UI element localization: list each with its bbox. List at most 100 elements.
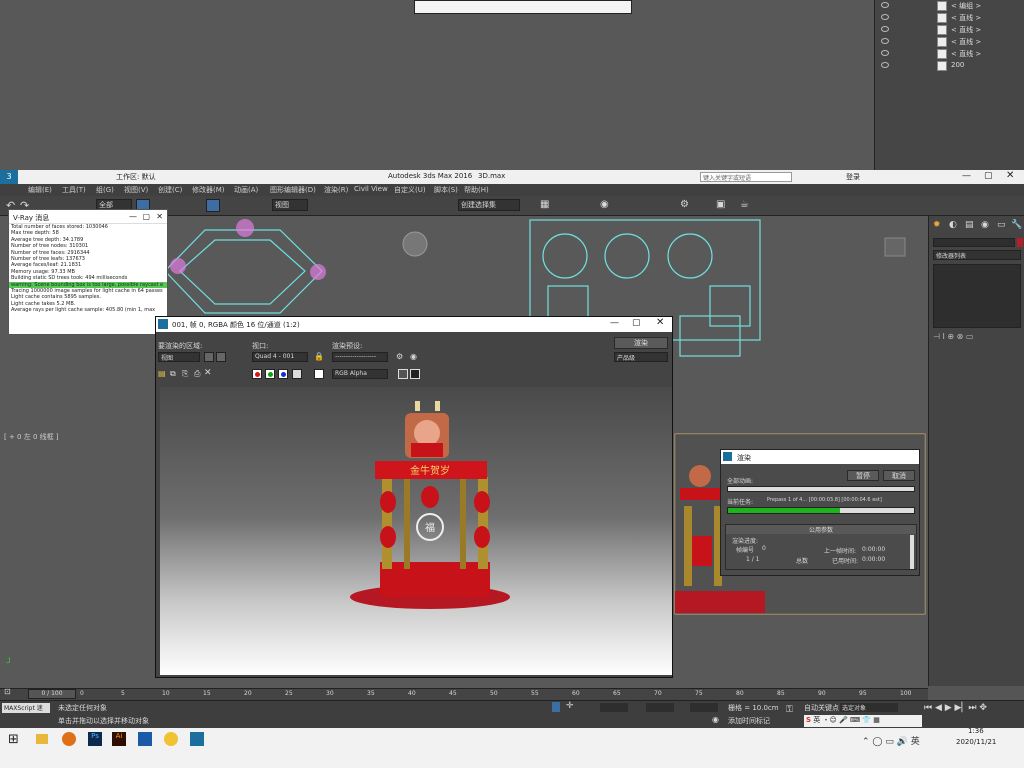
app-icon[interactable] bbox=[138, 732, 152, 746]
ime-tools-icon[interactable]: ・☺ 🎤 ⌨ 👕 ▦ bbox=[823, 716, 880, 724]
alpha-channel-toggle[interactable] bbox=[292, 369, 302, 379]
menu-edit[interactable]: 编辑(E) bbox=[28, 185, 52, 195]
visibility-icon[interactable] bbox=[881, 62, 889, 68]
cancel-button[interactable]: 取消 bbox=[883, 470, 915, 481]
visibility-icon[interactable] bbox=[881, 50, 889, 56]
scrollbar[interactable] bbox=[910, 535, 914, 569]
render-preset-dropdown[interactable]: ------------------- bbox=[332, 352, 388, 362]
playback-controls[interactable]: ⏮ ◀ ▶ ▶▏⏭ ✥ bbox=[924, 703, 1020, 727]
render-button[interactable]: 渲染 bbox=[614, 337, 668, 349]
pause-button[interactable]: 暂停 bbox=[847, 470, 879, 481]
chrome-icon[interactable] bbox=[164, 732, 178, 746]
menu-modifiers[interactable]: 修改器(M) bbox=[192, 185, 225, 195]
display-toggle-icon[interactable] bbox=[410, 369, 420, 379]
maximize-icon[interactable]: ▢ bbox=[142, 212, 150, 221]
progress-titlebar[interactable]: 渲染 bbox=[721, 450, 919, 464]
edit-region-icon[interactable] bbox=[204, 352, 214, 362]
maxscript-listener[interactable]: MAXScript 迷 bbox=[2, 703, 50, 713]
z-coordinate-field[interactable] bbox=[690, 703, 718, 712]
visibility-icon[interactable] bbox=[881, 38, 889, 44]
menu-help[interactable]: 帮助(H) bbox=[464, 185, 489, 195]
create-tab-icon[interactable]: ✹ bbox=[933, 220, 941, 230]
photoshop-icon[interactable]: Ps bbox=[88, 732, 102, 746]
object-name-field[interactable] bbox=[933, 238, 1015, 247]
menu-view[interactable]: 视图(V) bbox=[124, 185, 148, 195]
channel-dropdown[interactable]: RGB Alpha bbox=[332, 369, 388, 379]
rendered-image[interactable]: 金牛贺岁 福 bbox=[160, 387, 672, 675]
stack-tools-icon[interactable]: ⊣ Ⅰ ⊕ ⊗ ▭ bbox=[933, 332, 1021, 344]
curve-editor-icon[interactable]: ▦ bbox=[540, 199, 549, 210]
visibility-icon[interactable] bbox=[881, 14, 889, 20]
y-coordinate-field[interactable] bbox=[646, 703, 674, 712]
menu-group[interactable]: 组(G) bbox=[96, 185, 114, 195]
display-tab-icon[interactable]: ▭ bbox=[997, 220, 1006, 230]
menu-animation[interactable]: 动画(A) bbox=[234, 185, 258, 195]
object-color-swatch[interactable] bbox=[1017, 238, 1023, 247]
named-selection-set[interactable]: 创建选择集 bbox=[458, 199, 520, 211]
modifier-stack[interactable] bbox=[933, 264, 1021, 328]
save-image-icon[interactable]: ▤ bbox=[158, 369, 166, 378]
workspace-dropdown[interactable]: 工作区: 默认 bbox=[116, 172, 156, 182]
minimize-icon[interactable]: — bbox=[129, 212, 137, 221]
max-logo-icon[interactable]: 3 bbox=[0, 170, 18, 184]
add-time-tag-icon[interactable]: ◉ bbox=[712, 715, 719, 724]
x-coordinate-field[interactable] bbox=[600, 703, 628, 712]
minimize-icon[interactable]: — bbox=[610, 318, 619, 328]
set-key-icon[interactable]: ⚿ bbox=[786, 705, 793, 715]
close-icon[interactable]: ✕ bbox=[656, 317, 664, 328]
time-slider-thumb[interactable]: 0 / 100 bbox=[28, 689, 76, 699]
visibility-icon[interactable] bbox=[881, 26, 889, 32]
area-to-render-dropdown[interactable]: 视图 bbox=[158, 352, 200, 362]
viewport-dropdown[interactable]: Quad 4 - 001 bbox=[252, 352, 308, 362]
clone-frame-icon[interactable]: ⎘ bbox=[182, 369, 188, 379]
search-input[interactable]: 键入关键字或短语 bbox=[700, 172, 792, 182]
3dsmax-taskbar-icon[interactable] bbox=[190, 732, 204, 746]
file-explorer-icon[interactable] bbox=[36, 734, 48, 744]
lock-icon[interactable]: 🔒 bbox=[314, 352, 324, 361]
clear-icon[interactable]: ✕ bbox=[204, 368, 212, 378]
visibility-icon[interactable] bbox=[881, 2, 889, 8]
menu-scripting[interactable]: 脚本(S) bbox=[434, 185, 458, 195]
render-frame-icon[interactable]: ▣ bbox=[716, 199, 725, 210]
key-filter-dropdown[interactable]: 选定对象 bbox=[840, 703, 898, 712]
ime-toolbar[interactable]: S 英 ・☺ 🎤 ⌨ 👕 ▦ bbox=[804, 715, 922, 727]
reference-coord-dropdown[interactable]: 视图 bbox=[272, 199, 308, 211]
windows-start-icon[interactable]: ⊞ bbox=[8, 732, 19, 747]
print-icon[interactable]: ⎙ bbox=[194, 369, 200, 379]
vray-log-titlebar[interactable]: V-Ray 消息 — ▢ ✕ bbox=[9, 210, 167, 224]
menu-tools[interactable]: 工具(T) bbox=[62, 185, 86, 195]
auto-region-icon[interactable] bbox=[216, 352, 226, 362]
menu-rendering[interactable]: 渲染(R) bbox=[324, 185, 348, 195]
mono-toggle[interactable] bbox=[314, 369, 324, 379]
auto-key-button[interactable]: 自动关键点 bbox=[804, 703, 839, 713]
transform-mode-icon[interactable]: ✛ bbox=[566, 701, 574, 711]
menu-civil-view[interactable]: Civil View bbox=[354, 185, 388, 193]
product-level-dropdown[interactable]: 产品级 bbox=[614, 352, 668, 362]
illustrator-icon[interactable]: Ai bbox=[112, 732, 126, 746]
menu-create[interactable]: 创建(C) bbox=[158, 185, 182, 195]
hierarchy-tab-icon[interactable]: ▤ bbox=[965, 220, 974, 230]
display-toggle-icon[interactable] bbox=[398, 369, 408, 379]
render-setup-icon[interactable]: ⚙ bbox=[680, 199, 689, 210]
green-channel-toggle[interactable] bbox=[265, 369, 275, 379]
viewport-label[interactable]: [ + 0 左 0 线框 ] bbox=[4, 432, 59, 442]
common-params-header[interactable]: 公用参数 bbox=[726, 525, 916, 534]
lock-selection-icon[interactable] bbox=[552, 702, 560, 712]
blue-channel-toggle[interactable] bbox=[278, 369, 288, 379]
render-frame-titlebar[interactable]: 001, 帧 0, RGBA 颜色 16 位/通道 (1:2) — ▢ ✕ bbox=[156, 317, 672, 332]
motion-tab-icon[interactable]: ◉ bbox=[981, 220, 989, 230]
layer-row[interactable]: 200 bbox=[875, 60, 1024, 73]
time-slider[interactable]: ⊡ 0 / 100 0 5 10 15 20 25 30 35 40 45 50 55 60 65 70 75… bbox=[0, 687, 928, 700]
close-icon[interactable]: ✕ bbox=[156, 212, 163, 221]
menu-graph-editors[interactable]: 图形编辑器(D) bbox=[270, 185, 316, 195]
login-button[interactable]: 登录 bbox=[846, 172, 860, 182]
menu-customize[interactable]: 自定义(U) bbox=[394, 185, 426, 195]
minimize-icon[interactable]: — bbox=[962, 171, 971, 181]
add-time-tag[interactable]: 添加时间标记 bbox=[728, 716, 770, 726]
ime-mode[interactable]: 英 bbox=[813, 716, 820, 724]
maximize-icon[interactable]: ▢ bbox=[632, 318, 641, 328]
browser-icon[interactable] bbox=[62, 732, 76, 746]
select-move-icon[interactable] bbox=[206, 199, 220, 212]
environment-icon[interactable]: ◉ bbox=[410, 352, 417, 361]
render-setup-icon[interactable]: ⚙ bbox=[396, 352, 403, 361]
